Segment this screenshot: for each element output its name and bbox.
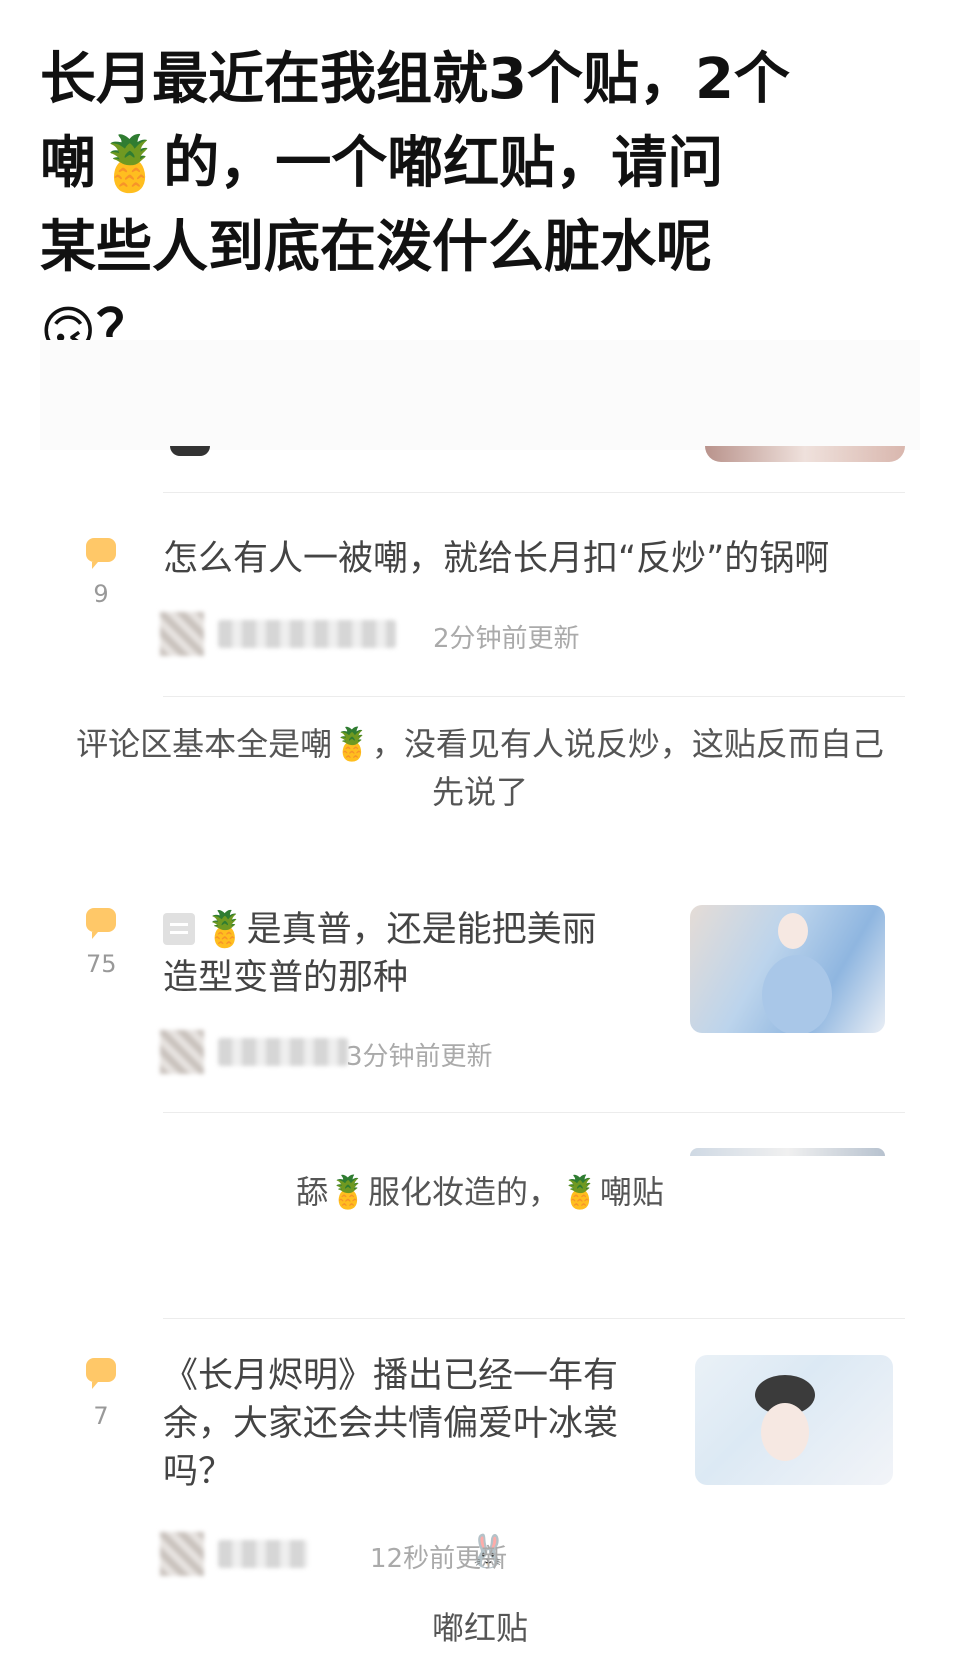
post-caption: 嘟红贴 <box>431 1609 528 1647</box>
caption-text: 评论区基本全是嘲 <box>76 725 333 763</box>
post-title[interactable]: 🍍是真普，还是能把美丽 造型变普的那种 <box>163 906 643 1002</box>
cropped-thumbnail <box>705 446 905 462</box>
headline-text: 的，一个嘟红贴，请问 <box>163 131 724 196</box>
headline-line-3: 某些人到底在泼什么脏水呢 <box>40 215 712 280</box>
caption-text: 舔 <box>296 1173 329 1211</box>
caption-text: 嘲贴 <box>599 1173 664 1211</box>
avatar[interactable] <box>160 1532 204 1576</box>
headline-line-1: 长月最近在我组就3个贴，2个 <box>40 47 790 112</box>
post-caption: 评论区基本全是嘲🍍，没看见有人说反炒，这贴反而自己 先说了 <box>40 720 920 816</box>
pineapple-icon: 🍍 <box>96 132 164 195</box>
thumbnail-figure <box>762 955 832 1033</box>
comment-bubble-icon <box>86 538 116 569</box>
image-post-icon <box>163 913 195 945</box>
divider <box>163 492 905 493</box>
post-title-line: 吗？ <box>163 1452 234 1492</box>
thumbnail-figure <box>778 913 808 949</box>
pineapple-icon: 🍍 <box>332 725 372 763</box>
caption-text: 服化妆造的， <box>367 1173 560 1211</box>
comment-count: 9 <box>93 580 109 608</box>
caption-text: 先说了 <box>431 773 528 811</box>
comment-bubble-icon <box>86 908 116 939</box>
thumbnail-figure <box>761 1403 809 1461</box>
post-meta: 🐰 12秒前更新 <box>160 1532 660 1576</box>
post-title-line: 造型变普的那种 <box>163 958 409 998</box>
pineapple-icon: 🍍 <box>203 910 247 950</box>
comment-bubble-icon <box>86 1358 116 1389</box>
headline-text: 嘲 <box>40 131 96 196</box>
divider <box>163 1112 905 1113</box>
comment-count: 75 <box>86 950 117 978</box>
update-time: 3分钟前更新 <box>346 1042 493 1072</box>
cropped-thumbnail <box>690 1148 885 1156</box>
post-meta: 2分钟前更新 <box>160 612 660 656</box>
cropped-avatar <box>170 446 210 456</box>
avatar[interactable] <box>160 1030 204 1074</box>
post-caption: 舔🍍服化妆造的，🍍嘲贴 <box>40 1168 920 1216</box>
username-blurred[interactable] <box>218 1038 348 1066</box>
post-thumbnail[interactable] <box>690 905 885 1033</box>
post-title-line: 余，大家还会共情偏爱叶冰裳 <box>163 1404 619 1444</box>
post-title[interactable]: 《长月烬明》播出已经一年有 余，大家还会共情偏爱叶冰裳 吗？ <box>163 1352 663 1496</box>
divider <box>163 696 905 697</box>
username-blurred[interactable] <box>218 620 396 648</box>
comment-count: 7 <box>93 1402 109 1430</box>
post-thumbnail[interactable] <box>695 1355 893 1485</box>
username-blurred[interactable] <box>218 1540 308 1568</box>
pineapple-icon: 🍍 <box>328 1173 368 1211</box>
post-title-text: 是真普，还是能把美丽 <box>246 910 597 950</box>
headline-line-2: 嘲🍍的，一个嘟红贴，请问 <box>40 122 920 206</box>
post-title[interactable]: 怎么有人一被嘲，就给长月扣“反炒”的锅啊 <box>163 535 903 583</box>
post-meta: 3分钟前更新 <box>160 1030 560 1074</box>
pineapple-icon: 🍍 <box>560 1173 600 1211</box>
divider <box>163 1318 905 1319</box>
post-title-line: 🍍是真普，还是能把美丽 <box>163 906 643 954</box>
update-time: 2分钟前更新 <box>433 624 580 654</box>
cropped-post-area <box>40 340 920 450</box>
caption-text: ，没看见有人说反炒，这贴反而自己 <box>371 725 884 763</box>
avatar[interactable] <box>160 612 204 656</box>
headline: 长月最近在我组就3个贴，2个 嘲🍍的，一个嘟红贴，请问 某些人到底在泼什么脏水呢… <box>40 38 920 374</box>
update-time: 12秒前更新 <box>370 1544 508 1574</box>
post-title-line: 《长月烬明》播出已经一年有 <box>163 1356 619 1396</box>
